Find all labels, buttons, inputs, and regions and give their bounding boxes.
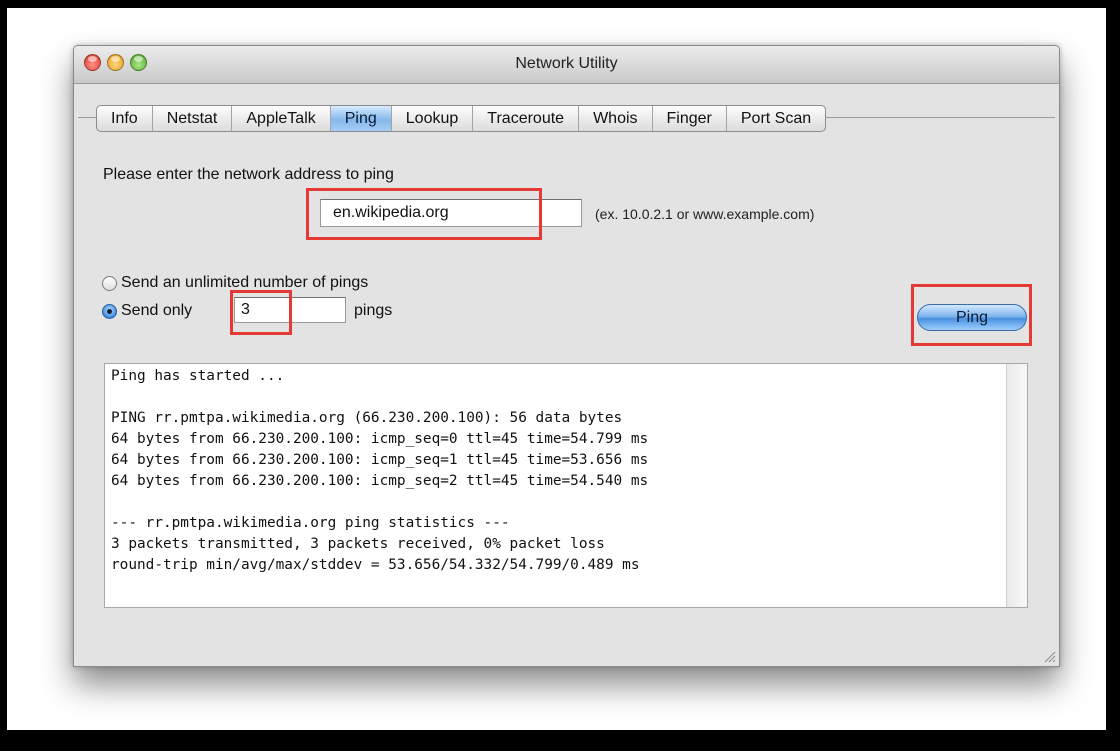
output-line: 3 packets transmitted, 3 packets receive… bbox=[111, 536, 605, 552]
resize-grip-icon[interactable] bbox=[1042, 649, 1056, 663]
output-line: Ping has started ... bbox=[111, 368, 285, 384]
output-line: 64 bytes from 66.230.200.100: icmp_seq=2… bbox=[111, 473, 649, 489]
tab-appletalk[interactable]: AppleTalk bbox=[232, 106, 331, 131]
address-prompt: Please enter the network address to ping bbox=[103, 166, 394, 183]
network-utility-window: Network Utility Info Netstat AppleTalk P… bbox=[73, 45, 1060, 667]
tab-port-scan[interactable]: Port Scan bbox=[727, 106, 825, 131]
unlimited-pings-label: Send an unlimited number of pings bbox=[121, 274, 369, 291]
output-scrollbar[interactable] bbox=[1006, 364, 1027, 607]
ping-output-area[interactable]: Ping has started ... PING rr.pmtpa.wikim… bbox=[104, 363, 1028, 608]
window-title: Network Utility bbox=[515, 55, 618, 72]
tab-traceroute[interactable]: Traceroute bbox=[473, 106, 580, 131]
output-line: PING rr.pmtpa.wikimedia.org (66.230.200.… bbox=[111, 410, 623, 426]
output-line: 64 bytes from 66.230.200.100: icmp_seq=0… bbox=[111, 431, 649, 447]
tab-finger[interactable]: Finger bbox=[653, 106, 727, 131]
tab-bar: Info Netstat AppleTalk Ping Lookup Trace… bbox=[96, 105, 827, 132]
tab-info[interactable]: Info bbox=[97, 106, 153, 131]
unlimited-pings-option[interactable]: Send an unlimited number of pings bbox=[102, 274, 368, 292]
network-address-input[interactable] bbox=[320, 199, 582, 227]
unlimited-pings-radio[interactable] bbox=[102, 275, 117, 291]
limited-pings-radio[interactable] bbox=[102, 303, 117, 319]
title-bar[interactable]: Network Utility bbox=[74, 46, 1059, 84]
ping-output-text: Ping has started ... PING rr.pmtpa.wikim… bbox=[111, 366, 648, 576]
output-line: --- rr.pmtpa.wikimedia.org ping statisti… bbox=[111, 515, 510, 531]
pings-suffix-label: pings bbox=[354, 302, 393, 319]
tab-whois[interactable]: Whois bbox=[579, 106, 653, 131]
ping-button[interactable]: Ping bbox=[917, 304, 1027, 331]
tab-netstat[interactable]: Netstat bbox=[153, 106, 233, 131]
address-hint: (ex. 10.0.2.1 or www.example.com) bbox=[595, 206, 815, 222]
ping-count-input[interactable] bbox=[234, 297, 346, 323]
output-line: 64 bytes from 66.230.200.100: icmp_seq=1… bbox=[111, 452, 649, 468]
tab-lookup[interactable]: Lookup bbox=[392, 106, 474, 131]
limited-pings-option[interactable]: Send only bbox=[102, 302, 192, 320]
tab-ping[interactable]: Ping bbox=[330, 106, 392, 131]
output-line: round-trip min/avg/max/stddev = 53.656/5… bbox=[111, 557, 640, 573]
limited-pings-label: Send only bbox=[121, 302, 193, 319]
